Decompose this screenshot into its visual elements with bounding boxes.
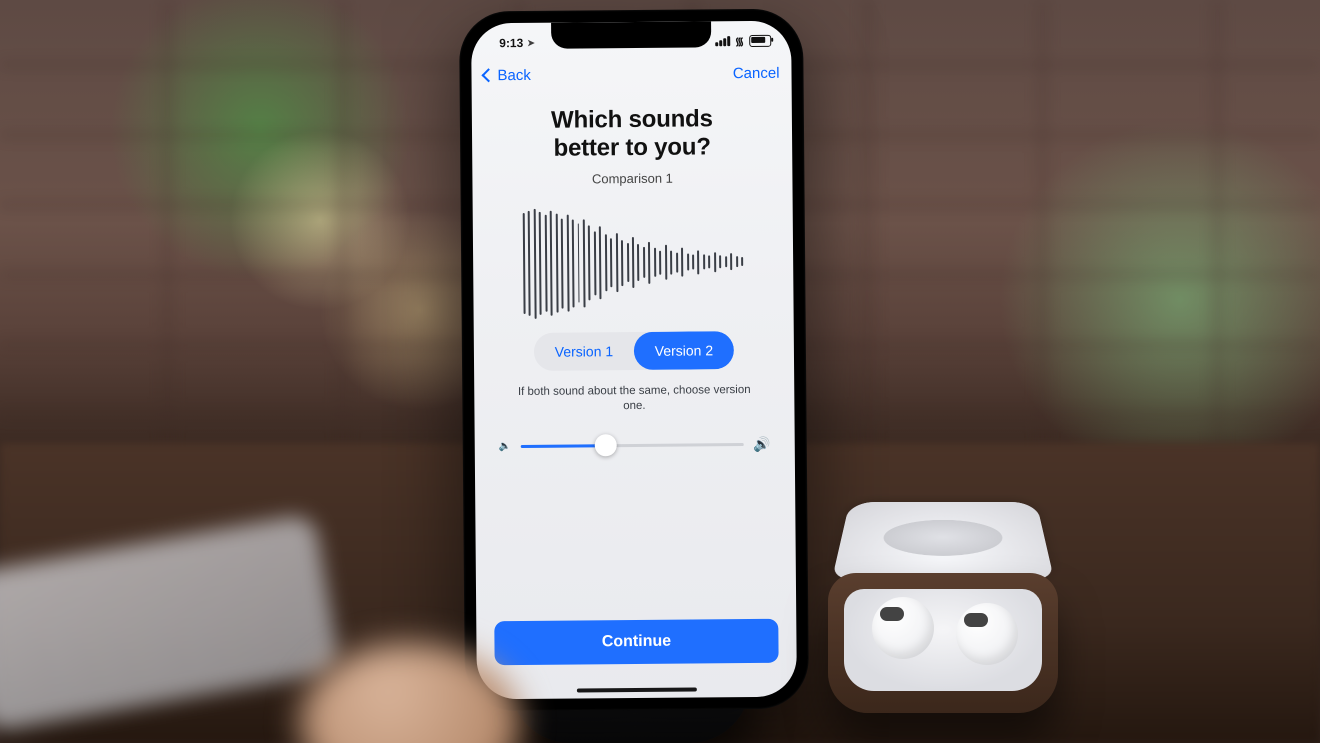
waveform-bar xyxy=(692,254,694,269)
waveform-graphic xyxy=(523,207,744,319)
waveform-bar xyxy=(643,247,645,278)
waveform-bar xyxy=(621,240,623,286)
waveform-bar xyxy=(550,211,553,317)
status-left: 9:13 ➤ xyxy=(499,36,535,50)
waveform-bar xyxy=(566,215,569,312)
content-area: Which sounds better to you? Comparison 1… xyxy=(472,99,797,700)
waveform-bar xyxy=(681,248,683,277)
waveform-bar xyxy=(741,257,743,266)
airpod-left xyxy=(872,597,934,659)
waveform-bar xyxy=(539,212,542,315)
airpods-pro-case xyxy=(828,523,1088,713)
volume-high-icon: 🔊 xyxy=(753,435,771,452)
waveform-bar xyxy=(545,215,548,312)
volume-low-icon: 🔈 xyxy=(499,441,512,452)
waveform-bar xyxy=(528,211,531,317)
waveform-bar xyxy=(719,255,721,268)
waveform-bar xyxy=(572,219,575,307)
waveform-bar xyxy=(698,250,700,274)
airpods-case-lid xyxy=(832,502,1054,579)
location-services-icon: ➤ xyxy=(527,37,535,48)
waveform-bar xyxy=(708,255,710,268)
waveform-bar xyxy=(725,256,727,267)
volume-slider-row: 🔈 🔊 xyxy=(493,435,777,454)
airpods-case-body xyxy=(828,573,1058,713)
cancel-button[interactable]: Cancel xyxy=(733,64,780,81)
waveform-bar xyxy=(577,224,580,303)
waveform-bar xyxy=(637,244,639,281)
waveform-bar xyxy=(555,214,558,313)
waveform-bar xyxy=(714,252,716,272)
waveform-bar xyxy=(632,237,634,288)
scene-photo: 9:13 ➤ ᯾ Back Cancel xyxy=(0,0,1320,743)
waveform-bar xyxy=(561,218,564,308)
page-title: Which sounds better to you? xyxy=(490,105,774,164)
airpods-case-inner xyxy=(844,589,1042,691)
back-label: Back xyxy=(497,66,531,83)
back-button[interactable]: Back xyxy=(483,66,531,83)
iphone-device: 9:13 ➤ ᯾ Back Cancel xyxy=(459,9,809,712)
status-right: ᯾ xyxy=(715,33,771,48)
cellular-signal-icon xyxy=(715,36,730,46)
waveform-bar xyxy=(616,233,618,292)
waveform-bar xyxy=(665,245,667,280)
nav-bar: Back Cancel xyxy=(471,55,791,94)
status-time: 9:13 xyxy=(499,36,523,50)
waveform-bar xyxy=(583,219,586,307)
waveform-bar xyxy=(687,253,689,271)
volume-fill xyxy=(521,444,605,448)
waveform-bar xyxy=(610,239,612,287)
chevron-left-icon xyxy=(481,68,495,82)
airpod-right xyxy=(956,603,1018,665)
volume-thumb[interactable] xyxy=(594,434,616,456)
page-subtitle: Comparison 1 xyxy=(490,169,774,186)
waveform-bar xyxy=(654,248,656,277)
wifi-icon: ᯾ xyxy=(735,34,745,49)
waveform-bar xyxy=(648,242,650,284)
title-line-1: Which sounds xyxy=(551,105,713,133)
title-line-2: better to you? xyxy=(553,134,710,162)
battery-fill xyxy=(751,37,765,43)
phone-notch xyxy=(551,21,711,48)
waveform-bar xyxy=(594,231,597,295)
hint-text: If both sound about the same, choose ver… xyxy=(492,382,776,416)
waveform-bar xyxy=(627,243,629,283)
waveform-bar xyxy=(534,208,537,318)
version-segmented-control[interactable]: Version 1 Version 2 xyxy=(534,331,734,371)
waveform-bar xyxy=(730,253,732,271)
waveform-bar xyxy=(588,226,591,301)
continue-button[interactable]: Continue xyxy=(494,619,778,665)
volume-slider[interactable] xyxy=(521,443,743,448)
waveform-bar xyxy=(703,254,705,269)
waveform-bar xyxy=(605,234,607,291)
battery-icon xyxy=(749,35,771,47)
waveform-bar xyxy=(676,252,678,272)
segmented-option-version-2[interactable]: Version 2 xyxy=(634,331,734,370)
waveform-bar xyxy=(659,250,661,274)
segmented-option-version-1[interactable]: Version 1 xyxy=(534,332,634,371)
waveform-bar xyxy=(523,213,526,314)
waveform-bar xyxy=(670,250,672,274)
waveform-bar xyxy=(599,227,602,300)
waveform-bar xyxy=(736,256,738,267)
phone-screen: 9:13 ➤ ᯾ Back Cancel xyxy=(471,21,797,700)
